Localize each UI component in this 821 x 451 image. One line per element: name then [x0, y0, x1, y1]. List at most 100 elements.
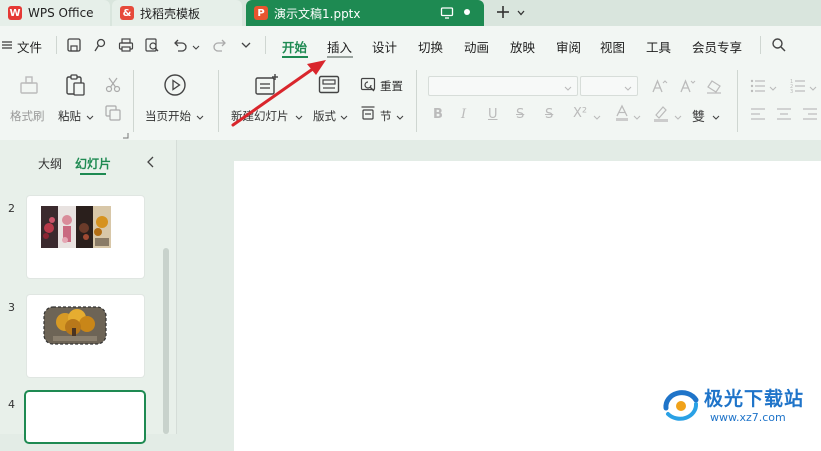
format-painter-button[interactable]: 格式刷	[10, 108, 45, 124]
superscript-icon[interactable]: X²	[573, 106, 587, 121]
highlight-color-icon[interactable]	[652, 104, 670, 125]
divider	[416, 70, 417, 132]
tab-transitions[interactable]: 切换	[418, 37, 443, 56]
tab-docer-templates[interactable]: & 找稻壳模板	[112, 0, 242, 26]
phonetic-chevron-down-icon[interactable]	[712, 111, 720, 125]
font-name-select[interactable]	[428, 76, 578, 96]
monitor-icon[interactable]	[440, 6, 454, 23]
paste-icon	[63, 73, 87, 100]
docer-logo-icon: &	[120, 6, 134, 20]
print-icon[interactable]	[118, 37, 134, 56]
increase-font-size-icon[interactable]	[652, 78, 668, 97]
align-right-icon[interactable]	[802, 106, 818, 125]
section-chevron-down-icon[interactable]	[396, 111, 404, 125]
tab-wps-office[interactable]: W WPS Office	[0, 0, 110, 26]
section-button[interactable]: 节	[380, 108, 392, 124]
divider	[737, 70, 738, 132]
ppt-file-icon: P	[254, 6, 268, 20]
tab-design[interactable]: 设计	[372, 37, 397, 56]
reset-button[interactable]: 重置	[380, 78, 403, 94]
ribbon-toolbar: 格式刷 粘贴 当页开始 新建幻灯片 版式 重置 节 B I U S S X² 雙…	[0, 64, 821, 141]
tab-label: 找稻壳模板	[140, 6, 201, 21]
annotation-arrow-icon	[231, 60, 326, 127]
cut-icon[interactable]	[104, 76, 122, 97]
slide-number: 2	[8, 202, 15, 215]
tab-list-chevron-down-icon[interactable]	[516, 7, 526, 21]
decrease-font-size-icon[interactable]	[680, 78, 696, 97]
watermark-name: 极光下载站	[704, 388, 805, 410]
watermark-logo: 极光下载站 www.xz7.com	[660, 384, 820, 430]
play-from-current-button[interactable]: 当页开始	[145, 108, 191, 124]
bullet-chevron-down-icon[interactable]	[769, 82, 777, 96]
slide-thumbnail-2[interactable]	[27, 196, 144, 278]
superscript-chevron-down-icon[interactable]	[593, 111, 601, 125]
paste-chevron-down-icon[interactable]	[86, 111, 94, 125]
collapse-panel-chevron-left-icon[interactable]	[146, 156, 156, 171]
divider	[760, 36, 761, 54]
slide-thumbnail-panel: 大纲 幻灯片 2 3 4	[0, 140, 177, 442]
unsaved-dot-icon	[464, 9, 470, 15]
save-icon[interactable]	[66, 37, 82, 56]
numbered-chevron-down-icon[interactable]	[809, 82, 817, 96]
font-size-select[interactable]	[580, 76, 638, 96]
tab-member[interactable]: 会员专享	[692, 37, 742, 56]
font-color-chevron-down-icon[interactable]	[633, 111, 641, 125]
slide-number: 4	[8, 398, 15, 411]
underline-icon[interactable]: U	[488, 107, 498, 122]
tree-photo-image	[43, 306, 107, 345]
section-icon	[360, 105, 376, 124]
undo-icon[interactable]	[172, 37, 188, 56]
divider	[133, 70, 134, 132]
font-size-chevron-down-icon[interactable]	[624, 82, 632, 96]
tab-presentation[interactable]: P 演示文稿1.pptx	[246, 0, 484, 26]
strikethrough-alt-icon[interactable]: S	[545, 107, 553, 122]
slide-number: 3	[8, 301, 15, 314]
share-icon[interactable]	[92, 37, 108, 56]
strikethrough-icon[interactable]: S	[516, 107, 524, 122]
align-center-icon[interactable]	[776, 106, 792, 125]
slides-tab-underline	[80, 173, 106, 175]
tab-label: 演示文稿1.pptx	[274, 6, 361, 21]
new-tab-plus-icon[interactable]	[494, 3, 512, 24]
clear-format-eraser-icon[interactable]	[706, 78, 722, 97]
outline-tab[interactable]: 大纲	[38, 155, 62, 172]
print-preview-icon[interactable]	[144, 37, 160, 56]
tab-animations[interactable]: 动画	[464, 37, 489, 56]
tab-review[interactable]: 审阅	[556, 37, 581, 56]
watermark-swirl-icon	[663, 390, 699, 421]
paste-button[interactable]: 粘贴	[58, 108, 81, 124]
file-menu[interactable]: 文件	[17, 37, 42, 56]
undo-chevron-down-icon[interactable]	[192, 41, 200, 55]
copy-icon[interactable]	[104, 104, 122, 125]
watermark-url: www.xz7.com	[710, 411, 786, 424]
font-color-icon[interactable]	[614, 104, 630, 125]
italic-icon[interactable]: I	[461, 107, 466, 122]
font-name-chevron-down-icon[interactable]	[564, 82, 572, 96]
hamburger-menu-icon[interactable]	[2, 39, 12, 53]
tab-bar: W WPS Office & 找稻壳模板 P 演示文稿1.pptx	[0, 0, 821, 26]
highlight-chevron-down-icon[interactable]	[674, 111, 682, 125]
slides-tab[interactable]: 幻灯片	[75, 155, 111, 172]
bullet-list-icon[interactable]	[750, 78, 766, 97]
reset-icon	[360, 77, 376, 96]
divider	[218, 70, 219, 132]
photo-strip-image	[41, 206, 111, 248]
format-painter-icon	[18, 74, 40, 99]
bold-icon[interactable]: B	[433, 107, 443, 122]
menu-bar: 文件 开始 插入 设计 切换 动画 放映 审阅 视图 工具 会员专享	[0, 26, 821, 65]
phonetic-guide-icon[interactable]: 雙	[692, 106, 705, 125]
search-icon[interactable]	[771, 37, 787, 56]
svg-text:3: 3	[790, 89, 793, 94]
tab-slideshow[interactable]: 放映	[510, 37, 535, 56]
tab-view[interactable]: 视图	[600, 37, 625, 56]
wps-logo-icon: W	[8, 6, 22, 20]
panel-scrollbar[interactable]	[163, 248, 169, 434]
layout-chevron-down-icon[interactable]	[340, 111, 348, 125]
tab-tools[interactable]: 工具	[646, 37, 671, 56]
slide-thumbnail-4-selected[interactable]	[26, 392, 144, 442]
numbered-list-icon[interactable]: 123	[790, 78, 806, 97]
play-chevron-down-icon[interactable]	[196, 111, 204, 125]
tab-label: WPS Office	[28, 6, 94, 20]
slide-thumbnail-3[interactable]	[27, 295, 144, 377]
align-left-icon[interactable]	[750, 106, 766, 125]
